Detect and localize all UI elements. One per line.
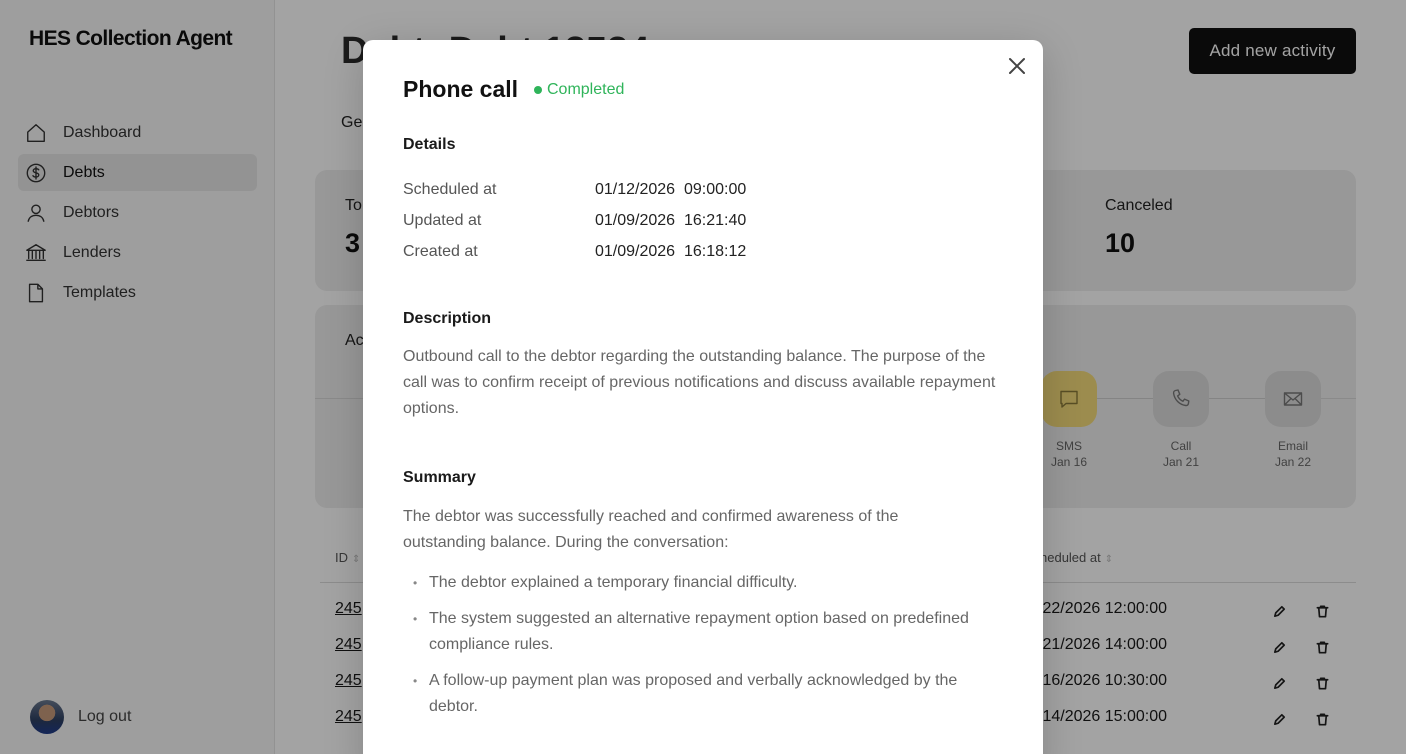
summary-list: The debtor explained a temporary financi… [413,570,973,730]
status-badge: Completed [534,81,624,99]
status-label: Completed [547,81,625,98]
detail-row-created: Created at 01/09/2026 16:18:12 [403,243,746,274]
summary-list-item: The debtor explained a temporary financi… [413,570,973,596]
detail-label: Scheduled at [403,181,497,198]
detail-value: 01/09/2026 16:21:40 [595,212,747,229]
modal-title: Phone call [403,76,519,102]
status-dot-icon [534,86,542,94]
close-icon[interactable] [1005,54,1029,78]
summary-list-item: The system suggested an alternative repa… [413,606,973,658]
detail-label: Updated at [403,212,482,229]
details-list: Scheduled at 01/12/2026 09:00:00 Updated… [403,181,746,274]
description-heading: Description [403,310,492,327]
detail-value: 01/09/2026 16:18:12 [595,243,747,260]
detail-row-scheduled: Scheduled at 01/12/2026 09:00:00 [403,181,746,212]
description-text: Outbound call to the debtor regarding th… [403,348,996,417]
detail-label: Created at [403,243,478,260]
detail-row-updated: Updated at 01/09/2026 16:21:40 [403,212,746,243]
details-heading: Details [403,136,456,153]
summary-heading: Summary [403,469,476,486]
activity-detail-modal: Phone call Completed Details Scheduled a… [363,40,1043,754]
summary-intro-text: The debtor was successfully reached and … [403,508,899,551]
summary-list-item: A follow-up payment plan was proposed an… [413,668,973,720]
detail-value: 01/12/2026 09:00:00 [595,181,747,198]
